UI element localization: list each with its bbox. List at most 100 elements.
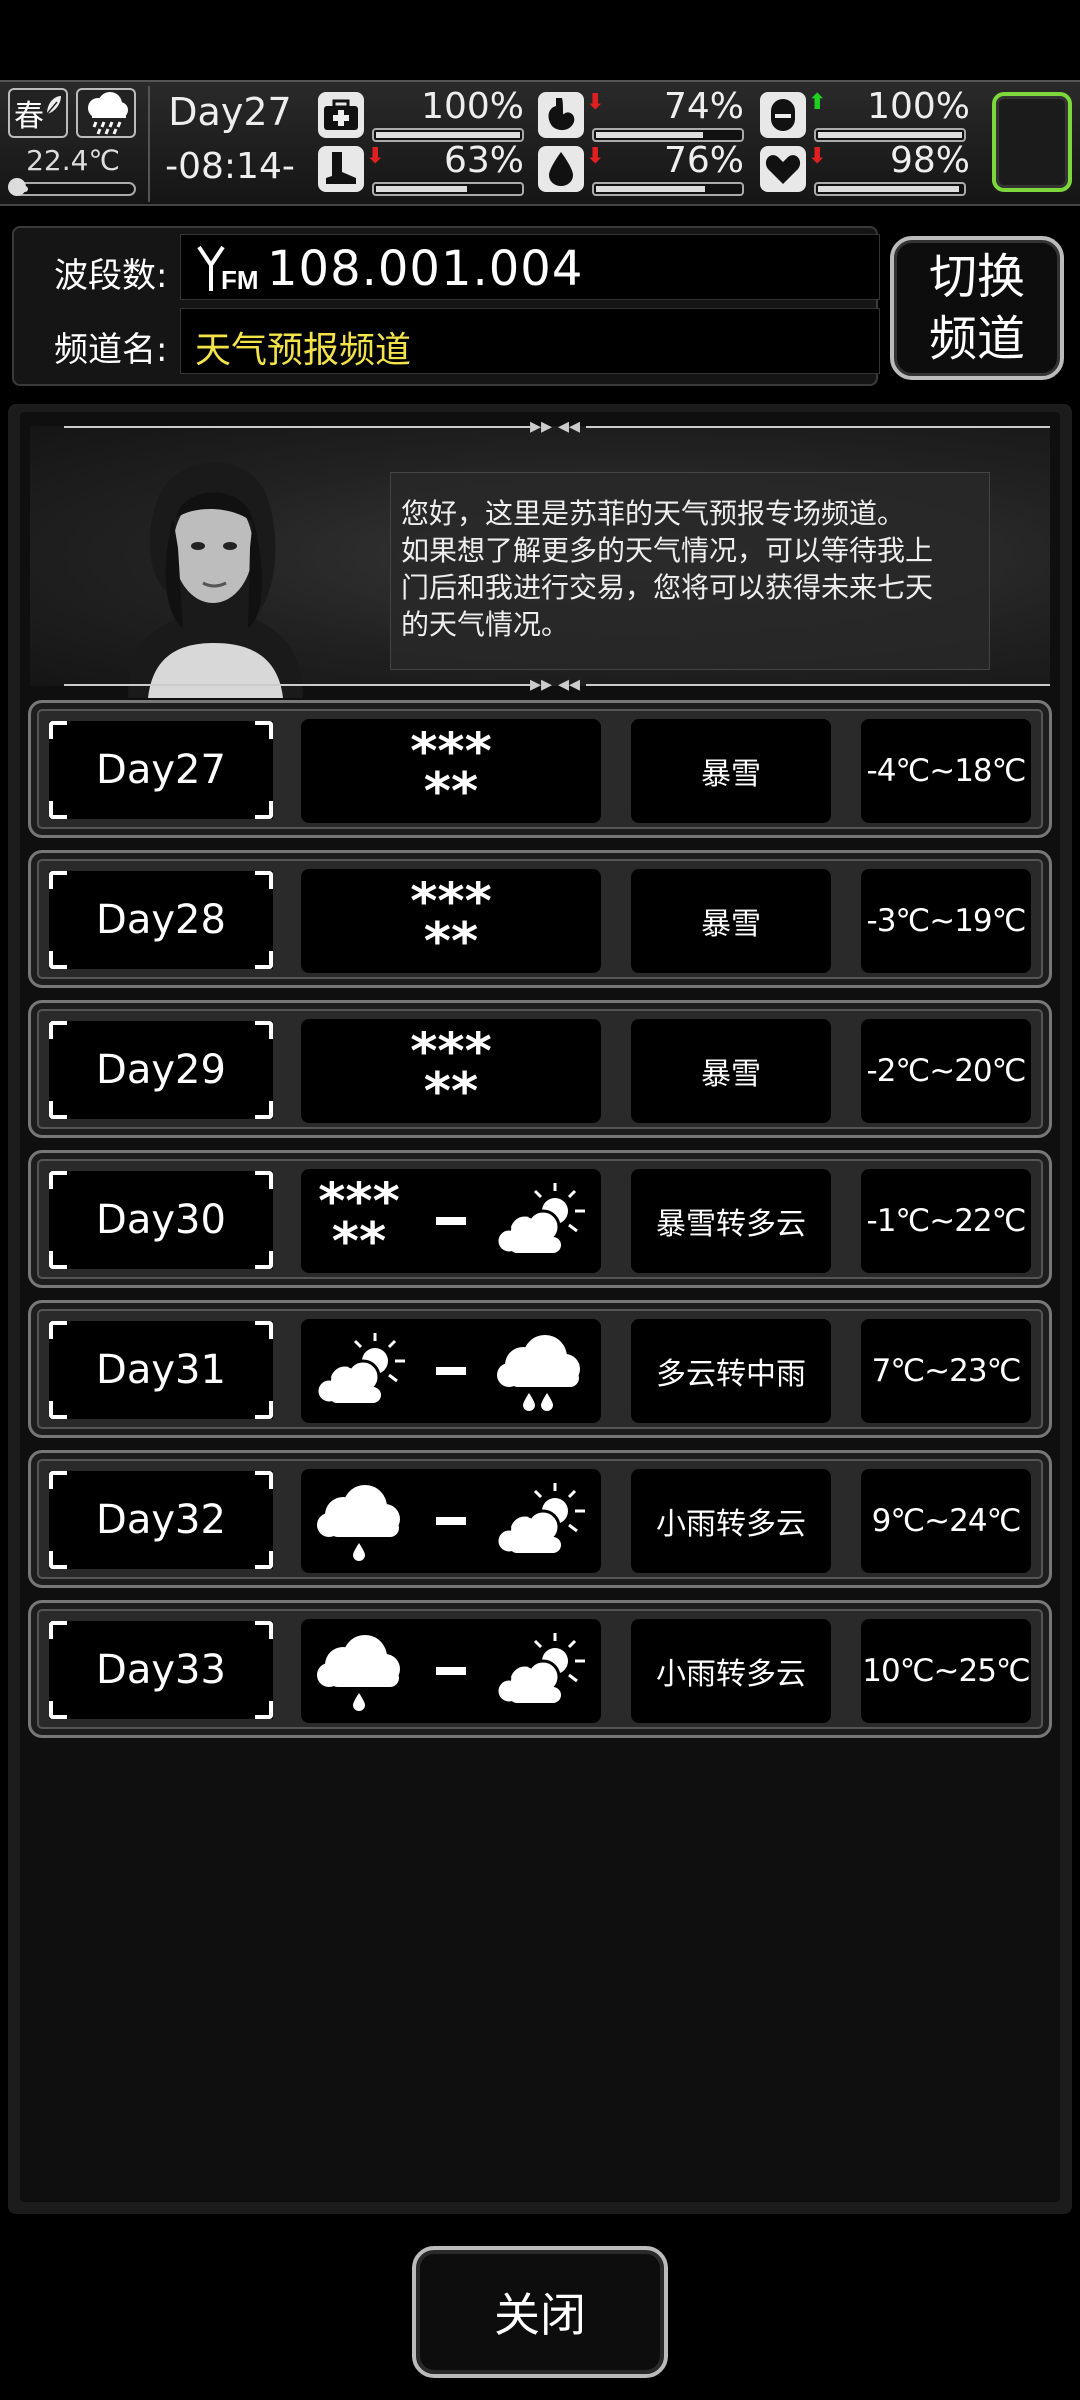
mood-bar-fill bbox=[818, 186, 959, 192]
mood-trend-down-icon: ⬇ bbox=[808, 144, 827, 169]
close-button-label: 关闭 bbox=[494, 2288, 586, 2342]
forecast-day-label: Day32 bbox=[49, 1471, 273, 1569]
health-bar-fill bbox=[376, 132, 520, 138]
forecast-day-label: Day29 bbox=[49, 1021, 273, 1119]
thirst-trend-down-icon: ⬇ bbox=[586, 144, 605, 169]
temperature-value: 22.4℃ bbox=[26, 144, 120, 177]
snowstorm-icon: ***** bbox=[410, 1031, 492, 1111]
channel-label: 频道名: bbox=[54, 330, 168, 370]
forecast-day-label: Day27 bbox=[49, 721, 273, 819]
radio-tuner-panel: 波段数: FM 108.001.004 频道名: 天气预报频道 bbox=[12, 226, 880, 386]
hunger-trend-down-icon: ⬇ bbox=[586, 90, 605, 115]
forecast-row: Day28 *** ** 暴雪 -3℃~19℃ bbox=[28, 850, 1052, 988]
transition-dash bbox=[436, 1517, 466, 1525]
switch-channel-button[interactable]: 切换 频道 bbox=[890, 236, 1064, 380]
forecast-weather-icons bbox=[301, 1469, 601, 1573]
status-bar: 春 22.4℃ Day27 -08:14- 100% ⬇ 74% ⬆ 100% … bbox=[0, 80, 1080, 206]
forecast-temperature-range: -2℃~20℃ bbox=[861, 1019, 1031, 1123]
forecast-weather-icons: *** ** bbox=[301, 1019, 601, 1123]
boot-icon bbox=[318, 146, 364, 192]
switch-channel-label-line2: 频道 bbox=[928, 311, 1025, 367]
medicine-bar-fill bbox=[818, 132, 962, 138]
forecast-description: 小雨转多云 bbox=[631, 1619, 831, 1723]
host-message: 您好，这里是苏菲的天气预报专场频道。 如果想了解更多的天气情况，可以等待我上 门… bbox=[390, 472, 990, 670]
channel-value: 天气预报频道 bbox=[195, 330, 412, 371]
mood-value: 98% bbox=[889, 140, 970, 181]
forecast-day-text: Day31 bbox=[96, 1347, 226, 1393]
snowstorm-icon: ***** bbox=[318, 1181, 400, 1261]
svg-text:**: ** bbox=[424, 912, 478, 961]
transition-dash bbox=[436, 1667, 466, 1675]
menu-slot-button[interactable] bbox=[992, 92, 1072, 192]
forecast-row: Day33 小雨转多云 10℃~25℃ bbox=[28, 1600, 1052, 1738]
forecast-description: 小雨转多云 bbox=[631, 1469, 831, 1573]
hunger-bar-fill bbox=[596, 132, 703, 138]
partly-cloudy-icon bbox=[495, 1633, 585, 1705]
snowstorm-icon: ***** bbox=[410, 731, 492, 811]
forecast-weather-icons: *** ** bbox=[301, 1169, 601, 1273]
forecast-day-label: Day31 bbox=[49, 1321, 273, 1419]
close-button[interactable]: 关闭 bbox=[412, 2246, 668, 2378]
antenna-fm-icon: FM bbox=[197, 245, 259, 293]
rain-cloud-icon bbox=[88, 92, 128, 135]
forecast-day-label: Day30 bbox=[49, 1171, 273, 1269]
forecast-temperature-range: 7℃~23℃ bbox=[861, 1319, 1031, 1423]
frequency-value: 108.001.004 bbox=[267, 241, 584, 297]
stat-hunger: ⬇ 74% bbox=[538, 86, 748, 144]
forecast-temperature-range: 9℃~24℃ bbox=[861, 1469, 1031, 1573]
forecast-day-text: Day29 bbox=[96, 1047, 226, 1093]
forecast-description: 暴雪 bbox=[631, 869, 831, 973]
forecast-row: Day30 *** ** 暴雪转多云 -1℃~22℃ bbox=[28, 1150, 1052, 1288]
frequency-label: 波段数: bbox=[54, 256, 168, 296]
stat-thirst: ⬇ 76% bbox=[538, 140, 748, 198]
forecast-day-text: Day30 bbox=[96, 1197, 226, 1243]
svg-text:FM: FM bbox=[221, 265, 259, 293]
forecast-day-text: Day28 bbox=[96, 897, 226, 943]
forecast-day-text: Day27 bbox=[96, 747, 226, 793]
channel-field: 天气预报频道 bbox=[180, 308, 880, 374]
svg-text:**: ** bbox=[424, 762, 478, 811]
stomach-icon bbox=[538, 92, 584, 138]
stamina-bar-fill bbox=[376, 186, 467, 192]
partly-cloudy-icon bbox=[495, 1483, 585, 1555]
stat-medicine: ⬆ 100% bbox=[760, 86, 974, 144]
stat-mood: ⬇ 98% bbox=[760, 140, 974, 198]
forecast-day-label: Day28 bbox=[49, 871, 273, 969]
forecast-row: Day31 多云转中雨 7℃~23℃ bbox=[28, 1300, 1052, 1438]
forecast-weather-icons: *** ** bbox=[301, 719, 601, 823]
forecast-description: 暴雪转多云 bbox=[631, 1169, 831, 1273]
forecast-temperature-range: 10℃~25℃ bbox=[861, 1619, 1031, 1723]
app-root: 春 22.4℃ Day27 -08:14- 100% ⬇ 74% ⬆ 100% … bbox=[0, 0, 1080, 2400]
light-rain-icon bbox=[317, 1635, 400, 1711]
forecast-temperature-range: -4℃~18℃ bbox=[861, 719, 1031, 823]
pill-icon bbox=[760, 92, 806, 138]
host-message-line-1: 您好，这里是苏菲的天气预报专场频道。 bbox=[401, 497, 906, 530]
partly-cloudy-icon bbox=[315, 1333, 405, 1405]
hunger-value: 74% bbox=[663, 86, 744, 127]
leaf-icon bbox=[46, 96, 61, 115]
forecast-description: 多云转中雨 bbox=[631, 1319, 831, 1423]
svg-text:**: ** bbox=[332, 1212, 386, 1261]
medkit-icon bbox=[318, 92, 364, 138]
current-weather-icon bbox=[76, 88, 136, 138]
frequency-field: FM 108.001.004 bbox=[180, 234, 880, 300]
host-message-line-2: 如果想了解更多的天气情况，可以等待我上 bbox=[401, 534, 934, 567]
forecast-temperature-range: -1℃~22℃ bbox=[861, 1169, 1031, 1273]
forecast-row: Day27 *** ** 暴雪 -4℃~18℃ bbox=[28, 700, 1052, 838]
forecast-weather-icons: *** ** bbox=[301, 869, 601, 973]
medicine-trend-up-icon: ⬆ bbox=[808, 90, 827, 115]
partly-cloudy-icon bbox=[495, 1183, 585, 1255]
current-day: Day27 bbox=[168, 90, 292, 134]
host-message-line-4: 的天气情况。 bbox=[401, 608, 570, 641]
heart-icon bbox=[760, 146, 806, 192]
transition-dash bbox=[436, 1217, 466, 1225]
forecast-panel: ▸▸ ◂◂ 您好，这里是苏菲的天气预报专场频道。 如果想了解更多的天气情况，可以… bbox=[8, 404, 1072, 2214]
stamina-trend-down-icon: ⬇ bbox=[366, 144, 385, 169]
season-label: 春 bbox=[14, 99, 44, 134]
thermometer-bulb-icon bbox=[8, 178, 26, 196]
forecast-day-text: Day33 bbox=[96, 1647, 226, 1693]
medicine-value: 100% bbox=[867, 86, 970, 127]
forecast-row: Day29 *** ** 暴雪 -2℃~20℃ bbox=[28, 1000, 1052, 1138]
svg-text:**: ** bbox=[424, 1062, 478, 1111]
forecast-description: 暴雪 bbox=[631, 719, 831, 823]
